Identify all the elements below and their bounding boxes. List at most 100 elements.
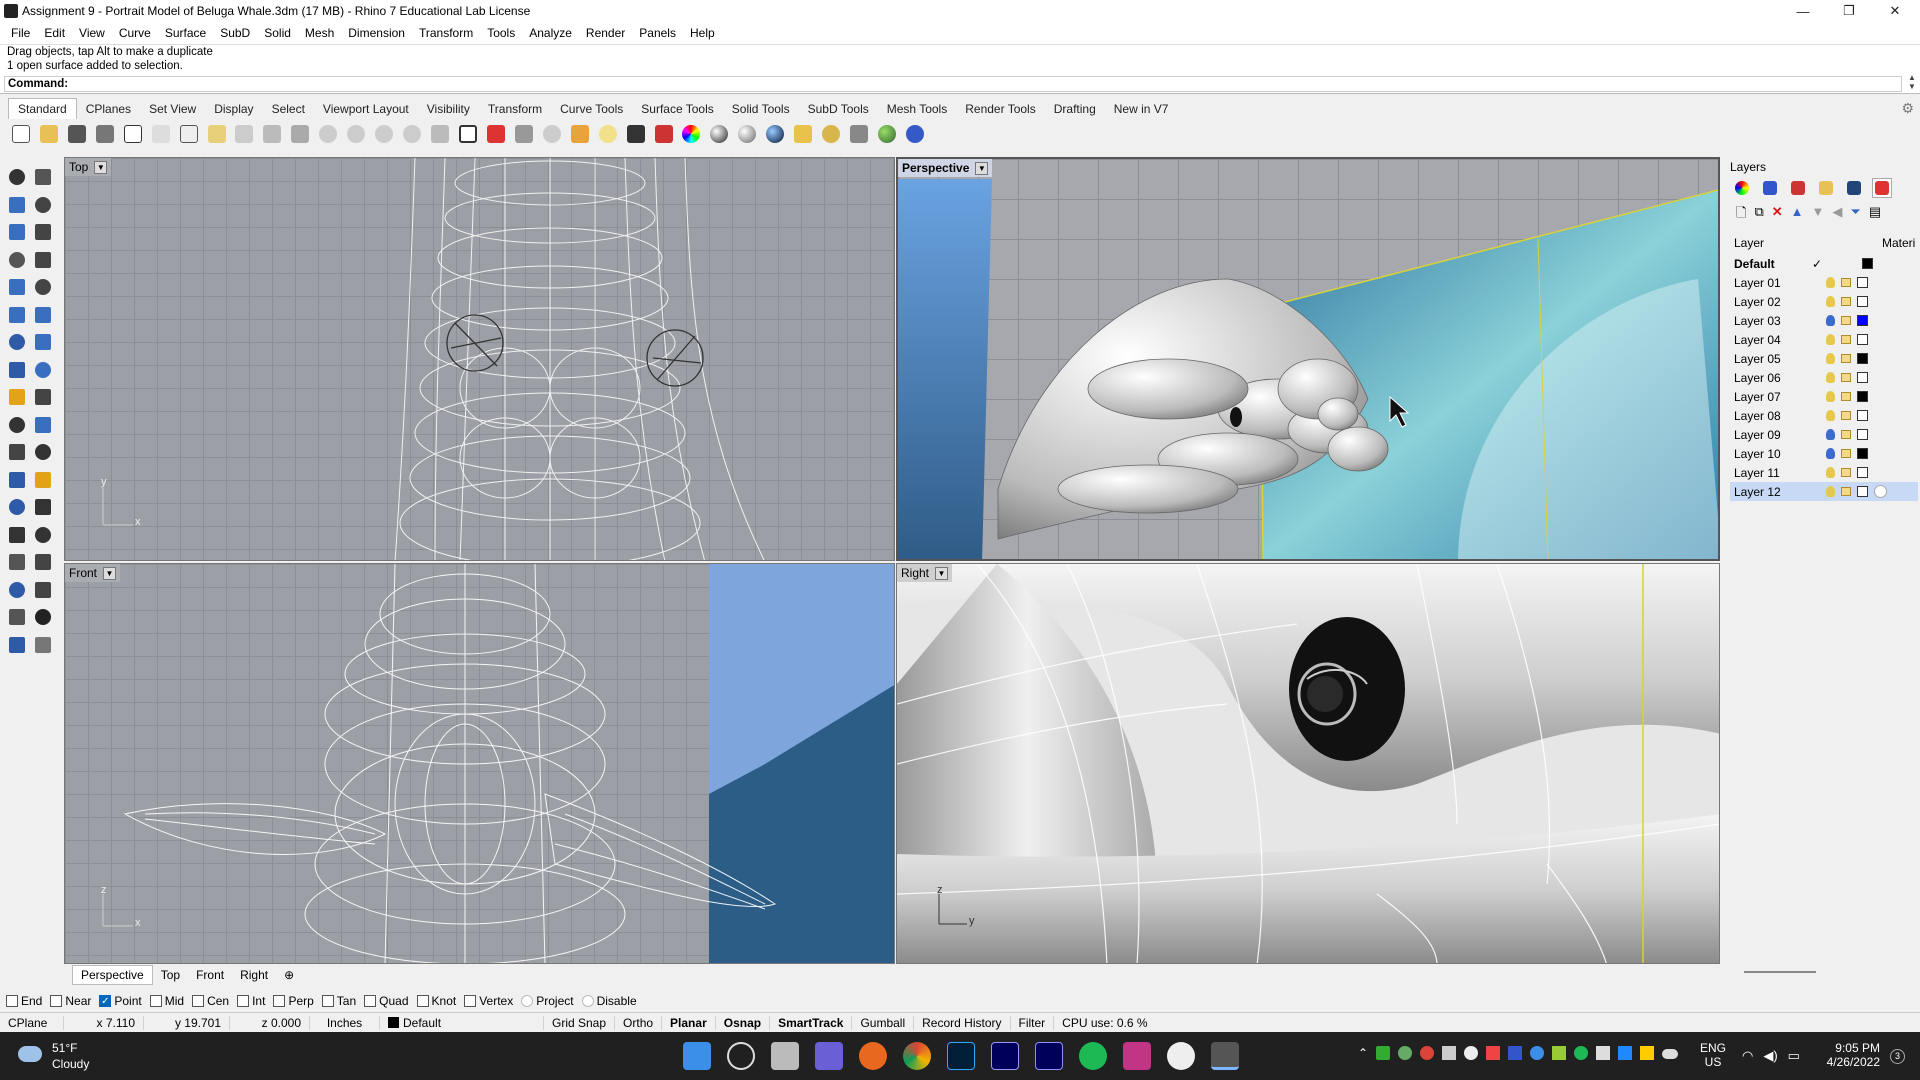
osnap-perp[interactable]: Perp <box>273 994 314 1008</box>
layer-row[interactable]: Layer 01 <box>1730 273 1918 292</box>
viewtab-right[interactable]: Right <box>232 966 276 984</box>
polygon-icon[interactable] <box>6 249 28 271</box>
checkbox-icon[interactable] <box>192 995 205 1007</box>
layer-visible-bulb-icon[interactable] <box>1826 277 1835 288</box>
tray-app-icon[interactable] <box>1376 1046 1391 1060</box>
minimize-button[interactable]: — <box>1780 0 1826 22</box>
xbox-icon[interactable] <box>1167 1042 1195 1070</box>
chevron-down-icon[interactable]: ▼ <box>103 566 117 580</box>
viewport-title-top[interactable]: Top ▼ <box>65 158 112 176</box>
teams-icon[interactable] <box>815 1042 843 1070</box>
layer-row[interactable]: Layer 12 <box>1730 482 1918 501</box>
spotify-icon[interactable] <box>1079 1042 1107 1070</box>
checkbox-icon[interactable] <box>6 995 18 1007</box>
layer-material-sphere-icon[interactable] <box>1874 485 1887 498</box>
checkbox-icon[interactable] <box>149 995 162 1007</box>
tray-app-icon[interactable] <box>1508 1046 1523 1060</box>
tab-mesh-tools[interactable]: Mesh Tools <box>878 102 956 119</box>
notification-badge-icon[interactable]: 3 <box>1890 1049 1905 1064</box>
chevron-down-icon[interactable]: ▼ <box>94 160 108 174</box>
four-viewports-icon[interactable] <box>455 121 481 147</box>
osnap-cen[interactable]: Cen <box>192 994 229 1008</box>
osnap-mid[interactable]: Mid <box>149 994 184 1008</box>
layer-color-swatch[interactable] <box>1857 334 1868 345</box>
boolean-icon[interactable] <box>32 304 54 326</box>
menu-analyze[interactable]: Analyze <box>522 26 579 40</box>
rhino-taskbar-icon[interactable] <box>1211 1042 1239 1070</box>
close-button[interactable]: ✕ <box>1872 0 1918 22</box>
fillet-curve-icon[interactable] <box>32 276 54 298</box>
layer-row[interactable]: Layer 03 <box>1730 311 1918 330</box>
group-icon[interactable] <box>32 441 54 463</box>
tray-app-icon[interactable] <box>1552 1046 1567 1060</box>
layer-lock-icon[interactable] <box>1841 297 1851 306</box>
analyze-icon[interactable] <box>6 634 28 656</box>
layer-row[interactable]: Layer 04 <box>1730 330 1918 349</box>
properties-tab-icon[interactable] <box>1732 178 1752 198</box>
curve-icon[interactable] <box>32 194 54 216</box>
status-layer[interactable]: Default <box>380 1015 544 1030</box>
zoom-selected-icon[interactable] <box>399 121 425 147</box>
new-sublayer-icon[interactable]: ⧉ <box>1754 204 1763 226</box>
layer-visible-bulb-icon[interactable] <box>1826 353 1835 364</box>
layer-color-swatch[interactable] <box>1857 429 1868 440</box>
checkbox-icon[interactable] <box>364 995 377 1007</box>
layer-lock-icon[interactable] <box>1841 449 1851 458</box>
layer-lock-icon[interactable] <box>1841 430 1851 439</box>
polyline-icon[interactable] <box>6 194 28 216</box>
osnap-toggle[interactable]: Osnap <box>716 1015 771 1030</box>
osnap-tan[interactable]: Tan <box>321 994 356 1008</box>
viewport-perspective[interactable]: Perspective ▼ <box>896 157 1720 561</box>
menu-render[interactable]: Render <box>579 26 632 40</box>
layer-lock-icon[interactable] <box>1841 411 1851 420</box>
checkbox-icon[interactable]: ✓ <box>99 995 112 1007</box>
sphere-icon[interactable] <box>32 331 54 353</box>
command-input[interactable]: Command: <box>4 76 1902 92</box>
osnap-icon[interactable] <box>539 121 565 147</box>
chrome-icon[interactable] <box>903 1042 931 1070</box>
tab-cplanes[interactable]: CPlanes <box>77 102 140 119</box>
layer-row[interactable]: Layer 09 <box>1730 425 1918 444</box>
rendered-sphere-icon[interactable] <box>734 121 760 147</box>
layer-visible-bulb-icon[interactable] <box>1826 429 1835 440</box>
tab-render-tools[interactable]: Render Tools <box>956 102 1045 119</box>
panel-scrollbar[interactable] <box>1744 971 1816 973</box>
bluetooth-icon[interactable] <box>1530 1046 1545 1060</box>
layer-color-swatch[interactable] <box>1857 296 1868 307</box>
rebuild-icon[interactable] <box>32 469 54 491</box>
tray-app-icon[interactable] <box>1596 1046 1611 1060</box>
cylinder-icon[interactable] <box>6 359 28 381</box>
layer-lock-icon[interactable] <box>1841 373 1851 382</box>
print-icon[interactable] <box>92 121 118 147</box>
language-indicator[interactable]: ENG US <box>1700 1041 1726 1069</box>
tray-app-icon[interactable] <box>1420 1046 1435 1060</box>
layer-row[interactable]: Layer 06 <box>1730 368 1918 387</box>
osnap-disable[interactable]: Disable <box>581 994 637 1008</box>
surface-icon[interactable] <box>32 359 54 381</box>
tab-transform[interactable]: Transform <box>479 102 551 119</box>
tray-app-icon[interactable] <box>1486 1046 1501 1060</box>
points-icon[interactable] <box>567 121 593 147</box>
clock[interactable]: 9:05 PM 4/26/2022 <box>1818 1041 1880 1069</box>
help-icon[interactable] <box>902 121 928 147</box>
mirror-icon[interactable] <box>6 579 28 601</box>
split-icon[interactable] <box>32 414 54 436</box>
layer-visible-bulb-icon[interactable] <box>1826 410 1835 421</box>
chevron-down-icon[interactable]: ▼ <box>975 161 989 175</box>
checkbox-icon[interactable] <box>416 995 429 1007</box>
menu-edit[interactable]: Edit <box>37 26 72 40</box>
menu-solid[interactable]: Solid <box>257 26 298 40</box>
ortho-toggle[interactable]: Ortho <box>615 1015 663 1030</box>
gumball-toggle[interactable]: Gumball <box>852 1015 915 1030</box>
search-icon[interactable] <box>727 1042 755 1070</box>
instagram-icon[interactable] <box>1123 1042 1151 1070</box>
layer-color-swatch[interactable] <box>1857 410 1868 421</box>
layer-lock-icon[interactable] <box>1841 354 1851 363</box>
copy-icon[interactable] <box>176 121 202 147</box>
delete-layer-icon[interactable]: ✕ <box>1772 204 1783 226</box>
viewtab-front[interactable]: Front <box>188 966 232 984</box>
filter-icon[interactable]: ⏷ <box>1850 204 1860 226</box>
layer-lock-icon[interactable] <box>1841 335 1851 344</box>
save-icon[interactable] <box>64 121 90 147</box>
render-sphere-icon[interactable] <box>762 121 788 147</box>
